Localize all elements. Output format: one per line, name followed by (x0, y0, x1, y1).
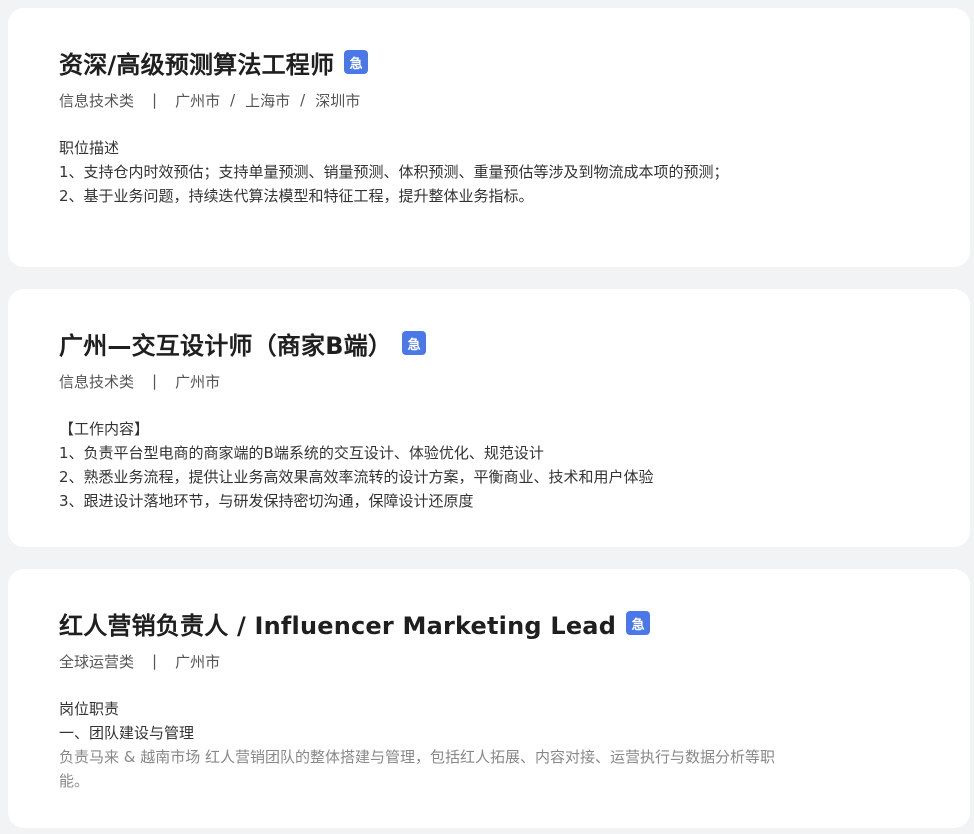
job-meta: 信息技术类 | 广州市 / 上海市 / 深圳市 (59, 90, 919, 110)
urgent-badge: 急 (402, 331, 427, 355)
city-separator: / (230, 91, 236, 109)
job-title-row: 资深/高级预测算法工程师 急 (59, 45, 919, 80)
job-list: 资深/高级预测算法工程师 急 信息技术类 | 广州市 / 上海市 / 深圳市 职… (0, 0, 974, 834)
city-separator: / (300, 91, 306, 109)
description-line: 1、支持仓内时效预估；支持单量预测、销量预测、体积预测、重量预估等涉及到物流成本… (59, 163, 729, 181)
description-line: 3、跟进设计落地环节，与研发保持密切沟通，保障设计还原度 (59, 492, 474, 510)
job-description: 岗位职责 一、团队建设与管理 负责马来 & 越南市场 红人营销团队的整体搭建与管… (59, 697, 919, 793)
job-city: 上海市 (245, 91, 291, 110)
job-category: 全球运营类 (59, 652, 135, 671)
description-heading: 职位描述 (59, 139, 120, 157)
meta-divider: | (152, 652, 158, 670)
job-description: 【工作内容】 1、负责平台型电商的商家端的B端系统的交互设计、体验优化、规范设计… (59, 417, 919, 513)
job-title[interactable]: 红人营销负责人 / Influencer Marketing Lead (59, 606, 616, 641)
job-category: 信息技术类 (59, 91, 135, 110)
job-meta: 信息技术类 | 广州市 (59, 371, 919, 391)
job-title-row: 红人营销负责人 / Influencer Marketing Lead 急 (59, 606, 919, 641)
urgent-badge: 急 (626, 611, 651, 635)
job-card[interactable]: 广州—交互设计师（商家B端） 急 信息技术类 | 广州市 【工作内容】 1、负责… (8, 289, 970, 547)
urgent-badge: 急 (344, 50, 369, 74)
description-heading: 【工作内容】 (59, 420, 150, 438)
job-card[interactable]: 资深/高级预测算法工程师 急 信息技术类 | 广州市 / 上海市 / 深圳市 职… (8, 8, 970, 267)
description-line: 2、熟悉业务流程，提供让业务高效果高效率流转的设计方案，平衡商业、技术和用户体验 (59, 468, 654, 486)
job-title[interactable]: 资深/高级预测算法工程师 (59, 45, 334, 80)
meta-divider: | (152, 372, 158, 390)
job-title-row: 广州—交互设计师（商家B端） 急 (59, 326, 919, 361)
description-line: 1、负责平台型电商的商家端的B端系统的交互设计、体验优化、规范设计 (59, 444, 544, 462)
job-meta: 全球运营类 | 广州市 (59, 651, 919, 671)
job-city: 广州市 (175, 652, 221, 671)
job-description: 职位描述 1、支持仓内时效预估；支持单量预测、销量预测、体积预测、重量预估等涉及… (59, 136, 919, 208)
job-title[interactable]: 广州—交互设计师（商家B端） (59, 326, 392, 361)
job-city: 深圳市 (315, 91, 361, 110)
job-card[interactable]: 红人营销负责人 / Influencer Marketing Lead 急 全球… (8, 569, 970, 828)
description-muted-text: 负责马来 & 越南市场 红人营销团队的整体搭建与管理，包括红人拓展、内容对接、运… (59, 748, 776, 790)
job-city: 广州市 (175, 91, 221, 110)
job-city: 广州市 (175, 372, 221, 391)
description-line: 一、团队建设与管理 (59, 724, 195, 742)
meta-divider: | (152, 91, 158, 109)
job-category: 信息技术类 (59, 372, 135, 391)
description-heading: 岗位职责 (59, 700, 120, 718)
description-line: 2、基于业务问题，持续迭代算法模型和特征工程，提升整体业务指标。 (59, 187, 534, 205)
